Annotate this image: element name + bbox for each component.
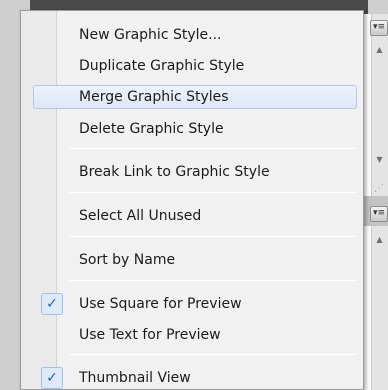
menu-item-label: New Graphic Style...: [79, 27, 222, 43]
menu-item-new-graphic-style[interactable]: New Graphic Style...: [33, 23, 357, 47]
menu-separator: [69, 354, 357, 355]
panel-menu-icon-2[interactable]: ▾≡: [370, 206, 388, 222]
menu-separator: [69, 192, 357, 193]
resize-grip-icon[interactable]: ⋰: [372, 182, 386, 196]
menu-item-label: Select All Unused: [79, 208, 202, 224]
menu-item-break-link[interactable]: Break Link to Graphic Style: [33, 160, 357, 184]
menu-item-label: Thumbnail View: [79, 370, 191, 386]
checkmark-icon: ✓: [41, 367, 63, 389]
menu-item-thumbnail-view[interactable]: ✓ Thumbnail View: [33, 366, 357, 390]
menu-item-use-text-for-preview[interactable]: Use Text for Preview: [33, 323, 357, 347]
menu-item-merge-graphic-styles[interactable]: Merge Graphic Styles: [33, 85, 357, 109]
menu-item-label: Break Link to Graphic Style: [79, 164, 270, 180]
graphic-styles-flyout-menu: New Graphic Style... Duplicate Graphic S…: [20, 10, 364, 390]
menu-item-label: Sort by Name: [79, 252, 176, 268]
menu-separator: [69, 148, 357, 149]
menu-item-sort-by-name[interactable]: Sort by Name: [33, 248, 357, 272]
checkmark-icon: ✓: [41, 293, 63, 315]
scroll-up-arrow-icon-2[interactable]: ▲: [371, 234, 388, 246]
menu-item-duplicate-graphic-style[interactable]: Duplicate Graphic Style: [33, 54, 357, 78]
menu-item-label: Duplicate Graphic Style: [79, 58, 245, 74]
menu-item-select-all-unused[interactable]: Select All Unused: [33, 204, 357, 228]
menu-item-use-square-for-preview[interactable]: ✓ Use Square for Preview: [33, 292, 357, 316]
menu-separator: [69, 236, 357, 237]
scroll-up-arrow-icon[interactable]: ▲: [371, 44, 388, 56]
menu-item-label: Use Text for Preview: [79, 327, 221, 343]
menu-item-label: Merge Graphic Styles: [79, 89, 229, 105]
scroll-down-arrow-icon[interactable]: ▼: [371, 154, 388, 166]
menu-item-label: Delete Graphic Style: [79, 121, 224, 137]
menu-separator: [69, 280, 357, 281]
menu-item-delete-graphic-style[interactable]: Delete Graphic Style: [33, 117, 357, 141]
menu-item-label: Use Square for Preview: [79, 296, 242, 312]
panel-menu-icon[interactable]: ▾≡: [370, 20, 388, 36]
